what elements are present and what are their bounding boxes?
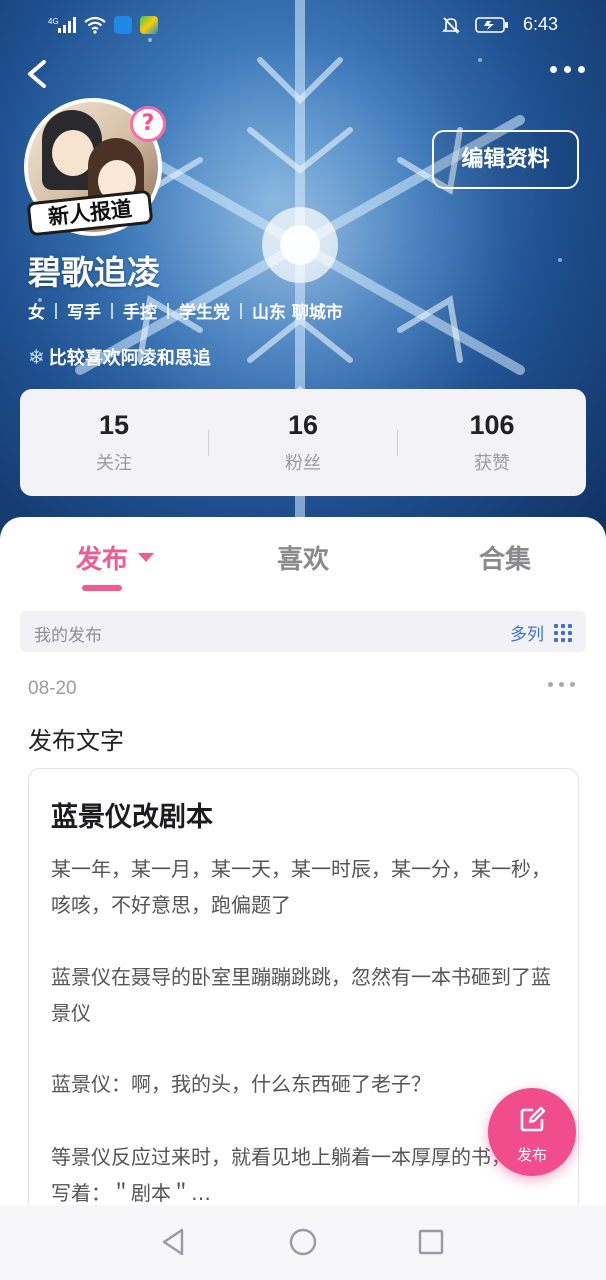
my-posts-bar: 我的发布 多列 bbox=[20, 611, 586, 652]
svg-text:4G: 4G bbox=[48, 17, 59, 26]
stat-following[interactable]: 15 关注 bbox=[20, 410, 208, 475]
view-mode-label: 多列 bbox=[510, 625, 544, 645]
nav-recents-icon[interactable] bbox=[416, 1227, 446, 1257]
signal-icon: 4G bbox=[48, 17, 76, 33]
back-arrow-icon[interactable] bbox=[22, 56, 52, 92]
grid-view-icon bbox=[554, 623, 572, 642]
more-options-icon[interactable] bbox=[550, 66, 586, 80]
stat-followers[interactable]: 16 粉丝 bbox=[209, 410, 397, 475]
stat-following-label: 关注 bbox=[96, 453, 132, 474]
tag-identity: 学生党 bbox=[179, 303, 230, 323]
article-paragraph: 蓝景仪在聂导的卧室里蹦蹦跳跳，忽然有一本书砸到了蓝景仪 bbox=[51, 965, 551, 1025]
post-date: 08-20 bbox=[28, 678, 77, 699]
active-tab-indicator bbox=[82, 585, 122, 591]
stat-likes-label: 获赞 bbox=[474, 453, 510, 474]
stats-card: 15 关注 16 粉丝 106 获赞 bbox=[20, 389, 586, 496]
stat-likes[interactable]: 106 获赞 bbox=[398, 410, 586, 475]
fab-label: 发布 bbox=[516, 1146, 547, 1164]
my-posts-label: 我的发布 bbox=[34, 626, 102, 646]
bio-text: 比较喜欢阿凌和思追 bbox=[48, 348, 211, 369]
mute-icon bbox=[442, 16, 460, 34]
article-title: 蓝景仪改剧本 bbox=[51, 802, 213, 833]
username: 碧歌追凌 bbox=[28, 253, 160, 292]
tag-interest: 手控 bbox=[123, 303, 157, 323]
shield-app-icon bbox=[114, 16, 132, 34]
wifi-icon bbox=[84, 16, 106, 34]
compose-icon bbox=[520, 1106, 546, 1132]
publish-fab-button[interactable]: 发布 bbox=[488, 1088, 576, 1176]
system-navigation-bar bbox=[0, 1205, 606, 1280]
stat-followers-label: 粉丝 bbox=[285, 453, 321, 474]
snowflake-icon: ❄ bbox=[28, 345, 45, 369]
view-mode-toggle[interactable]: 多列 bbox=[510, 620, 572, 645]
stat-following-value: 15 bbox=[98, 410, 130, 440]
stat-likes-value: 106 bbox=[469, 410, 515, 440]
battery-icon bbox=[475, 16, 508, 33]
profile-tags: 女 写手 手控 学生党 山东 聊城市 bbox=[28, 298, 343, 323]
tab-bar: 发布 喜欢 合集 bbox=[0, 517, 606, 597]
stat-followers-value: 16 bbox=[287, 410, 319, 440]
tag-role: 写手 bbox=[67, 303, 101, 323]
profile-bio: ❄ 比较喜欢阿凌和思追 bbox=[28, 344, 211, 370]
status-bar: 4G 6:43 bbox=[0, 0, 606, 52]
help-question-badge[interactable]: ? bbox=[130, 106, 166, 142]
nav-back-icon[interactable] bbox=[158, 1227, 188, 1257]
post-more-options-icon[interactable] bbox=[548, 682, 575, 687]
tab-dropdown-caret-icon[interactable] bbox=[138, 553, 154, 562]
article-paragraph: 某一年，某一月，某一天，某一时辰，某一分，某一秒，咳咳，不好意思，跑偏题了 bbox=[51, 857, 551, 917]
article-paragraph: 蓝景仪：啊，我的头，什么东西砸了老子？ bbox=[51, 1072, 431, 1096]
tag-location: 山东 聊城市 bbox=[252, 303, 343, 323]
post-type-label: 发布文字 bbox=[28, 727, 124, 755]
tab-collections[interactable]: 合集 bbox=[479, 539, 531, 576]
play-app-icon bbox=[140, 16, 158, 34]
status-time: 6:43 bbox=[522, 14, 558, 34]
tag-gender: 女 bbox=[28, 303, 45, 323]
tab-likes[interactable]: 喜欢 bbox=[277, 539, 329, 576]
nav-home-icon[interactable] bbox=[288, 1227, 318, 1257]
tab-publish[interactable]: 发布 bbox=[76, 539, 128, 576]
article-paragraph: 等景仪反应过来时，就看见地上躺着一本厚厚的书，书名写着：＂剧本＂… bbox=[51, 1145, 551, 1205]
edit-profile-button[interactable]: 编辑资料 bbox=[432, 130, 579, 189]
